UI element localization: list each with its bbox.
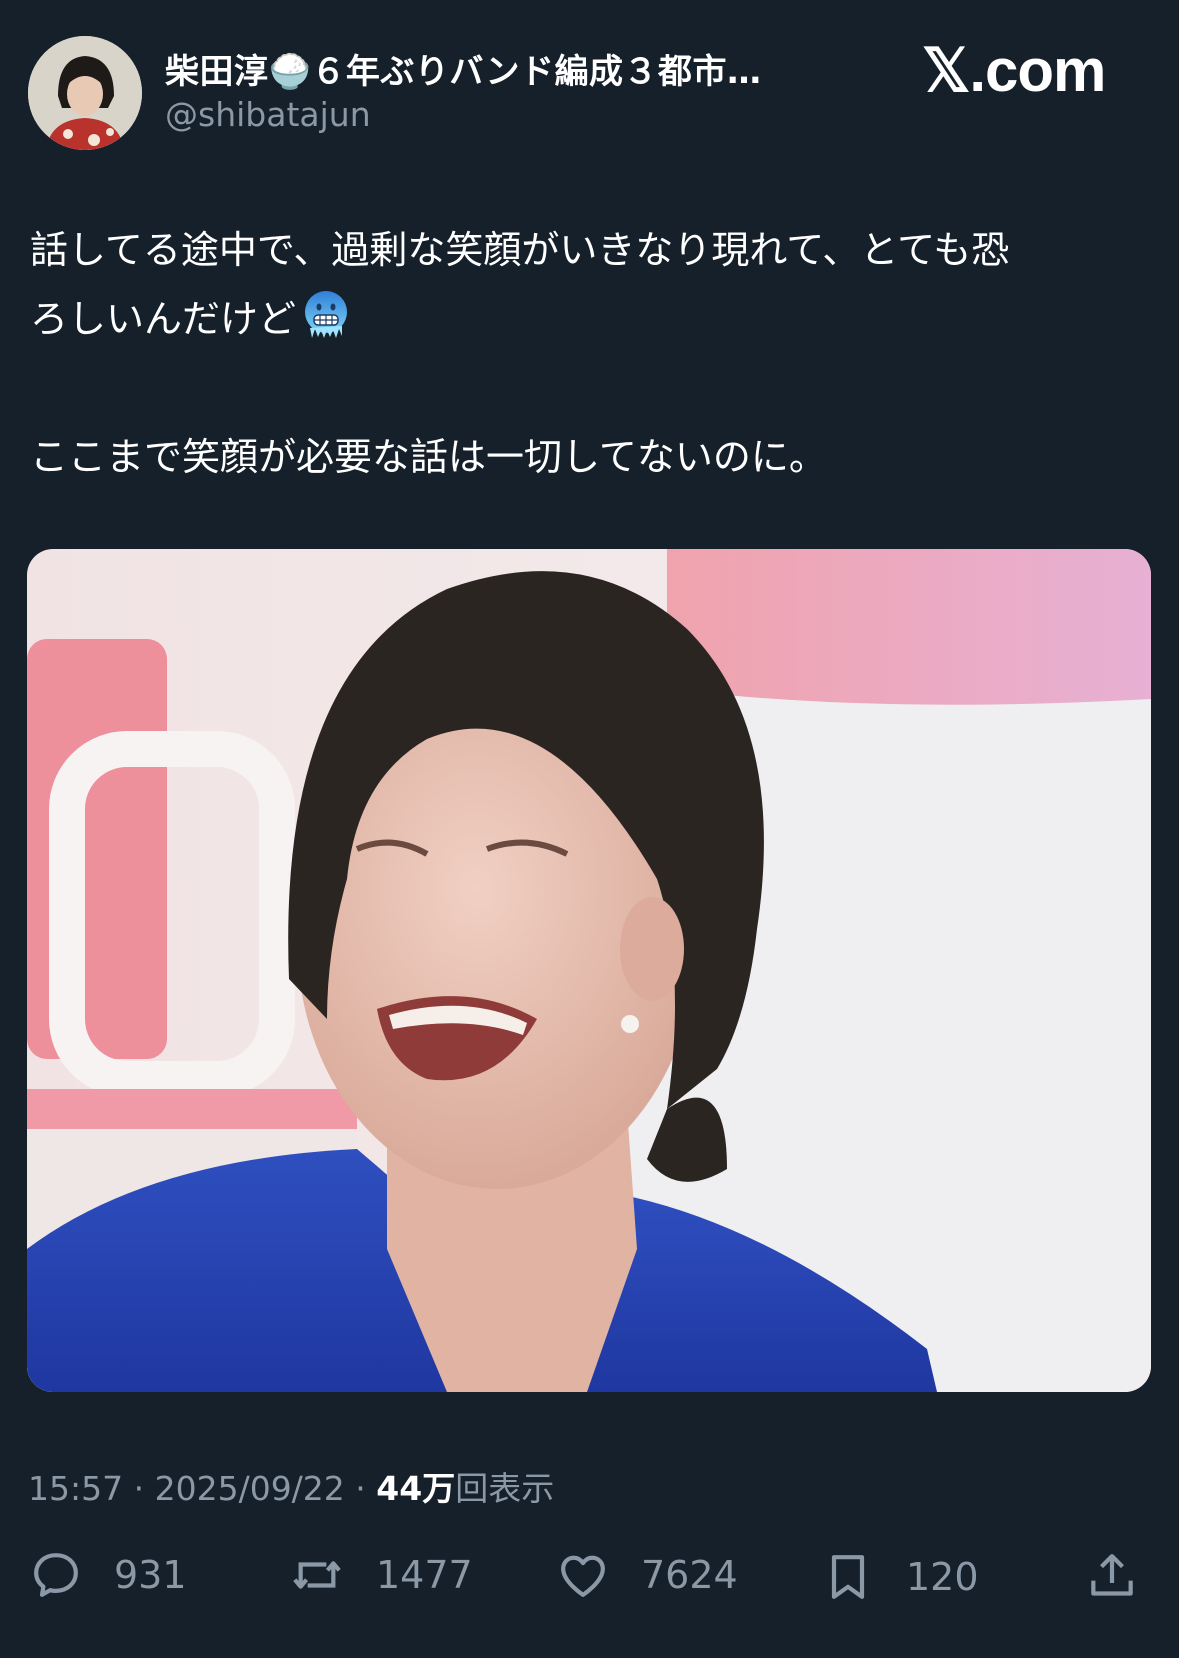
share-button[interactable]: [1084, 1547, 1140, 1605]
tweet-photo[interactable]: [27, 549, 1151, 1392]
user-handle[interactable]: @shibatajun: [165, 95, 371, 134]
tweet-meta: 15:57 · 2025/09/22 · 44万回表示: [28, 1462, 554, 1510]
view-label: 回表示: [455, 1469, 555, 1508]
share-icon: [1091, 1554, 1133, 1596]
reply-count: 931: [114, 1553, 187, 1597]
tweet-date[interactable]: 2025/09/22: [155, 1469, 345, 1508]
tweet-time[interactable]: 15:57: [28, 1469, 123, 1508]
repost-icon: [293, 1561, 341, 1589]
like-icon: [561, 1555, 605, 1597]
bookmark-button[interactable]: 120: [820, 1547, 979, 1607]
tweet-line: ここまで笑顔が必要な話は一切してないのに。: [30, 435, 827, 479]
repost-button[interactable]: 1477: [288, 1547, 473, 1603]
avatar[interactable]: [28, 36, 142, 150]
like-button[interactable]: 7624: [555, 1547, 738, 1603]
meta-separator: ·: [344, 1469, 377, 1508]
avatar-image: [28, 36, 142, 150]
view-count: 44万: [376, 1469, 456, 1508]
reply-icon: [34, 1553, 78, 1597]
tweet-line-text: ろしいんだけど: [30, 297, 297, 341]
tweet-line: 話してる途中で、過剰な笑顔がいきなり現れて、とても恐: [30, 228, 1010, 272]
reply-button[interactable]: 931: [28, 1547, 187, 1603]
x-logo: 𝕏.com: [922, 37, 1106, 104]
like-count: 7624: [641, 1553, 738, 1597]
tweet-text: 話してる途中で、過剰な笑顔がいきなり現れて、とても恐 ろしいんだけど ここまで笑…: [30, 216, 1150, 492]
cold-face-emoji-icon: [305, 291, 348, 338]
tweet-line: ろしいんだけど: [30, 285, 1150, 354]
meta-separator: ·: [123, 1469, 155, 1508]
bookmark-icon: [831, 1555, 865, 1599]
photo-image: [27, 549, 1151, 1392]
display-name[interactable]: 柴田淳🍚６年ぶりバンド編成３都市…: [165, 44, 762, 93]
repost-count: 1477: [376, 1553, 473, 1597]
action-bar: 931 1477 7624 120: [0, 1547, 1179, 1617]
bookmark-count: 120: [906, 1555, 979, 1599]
